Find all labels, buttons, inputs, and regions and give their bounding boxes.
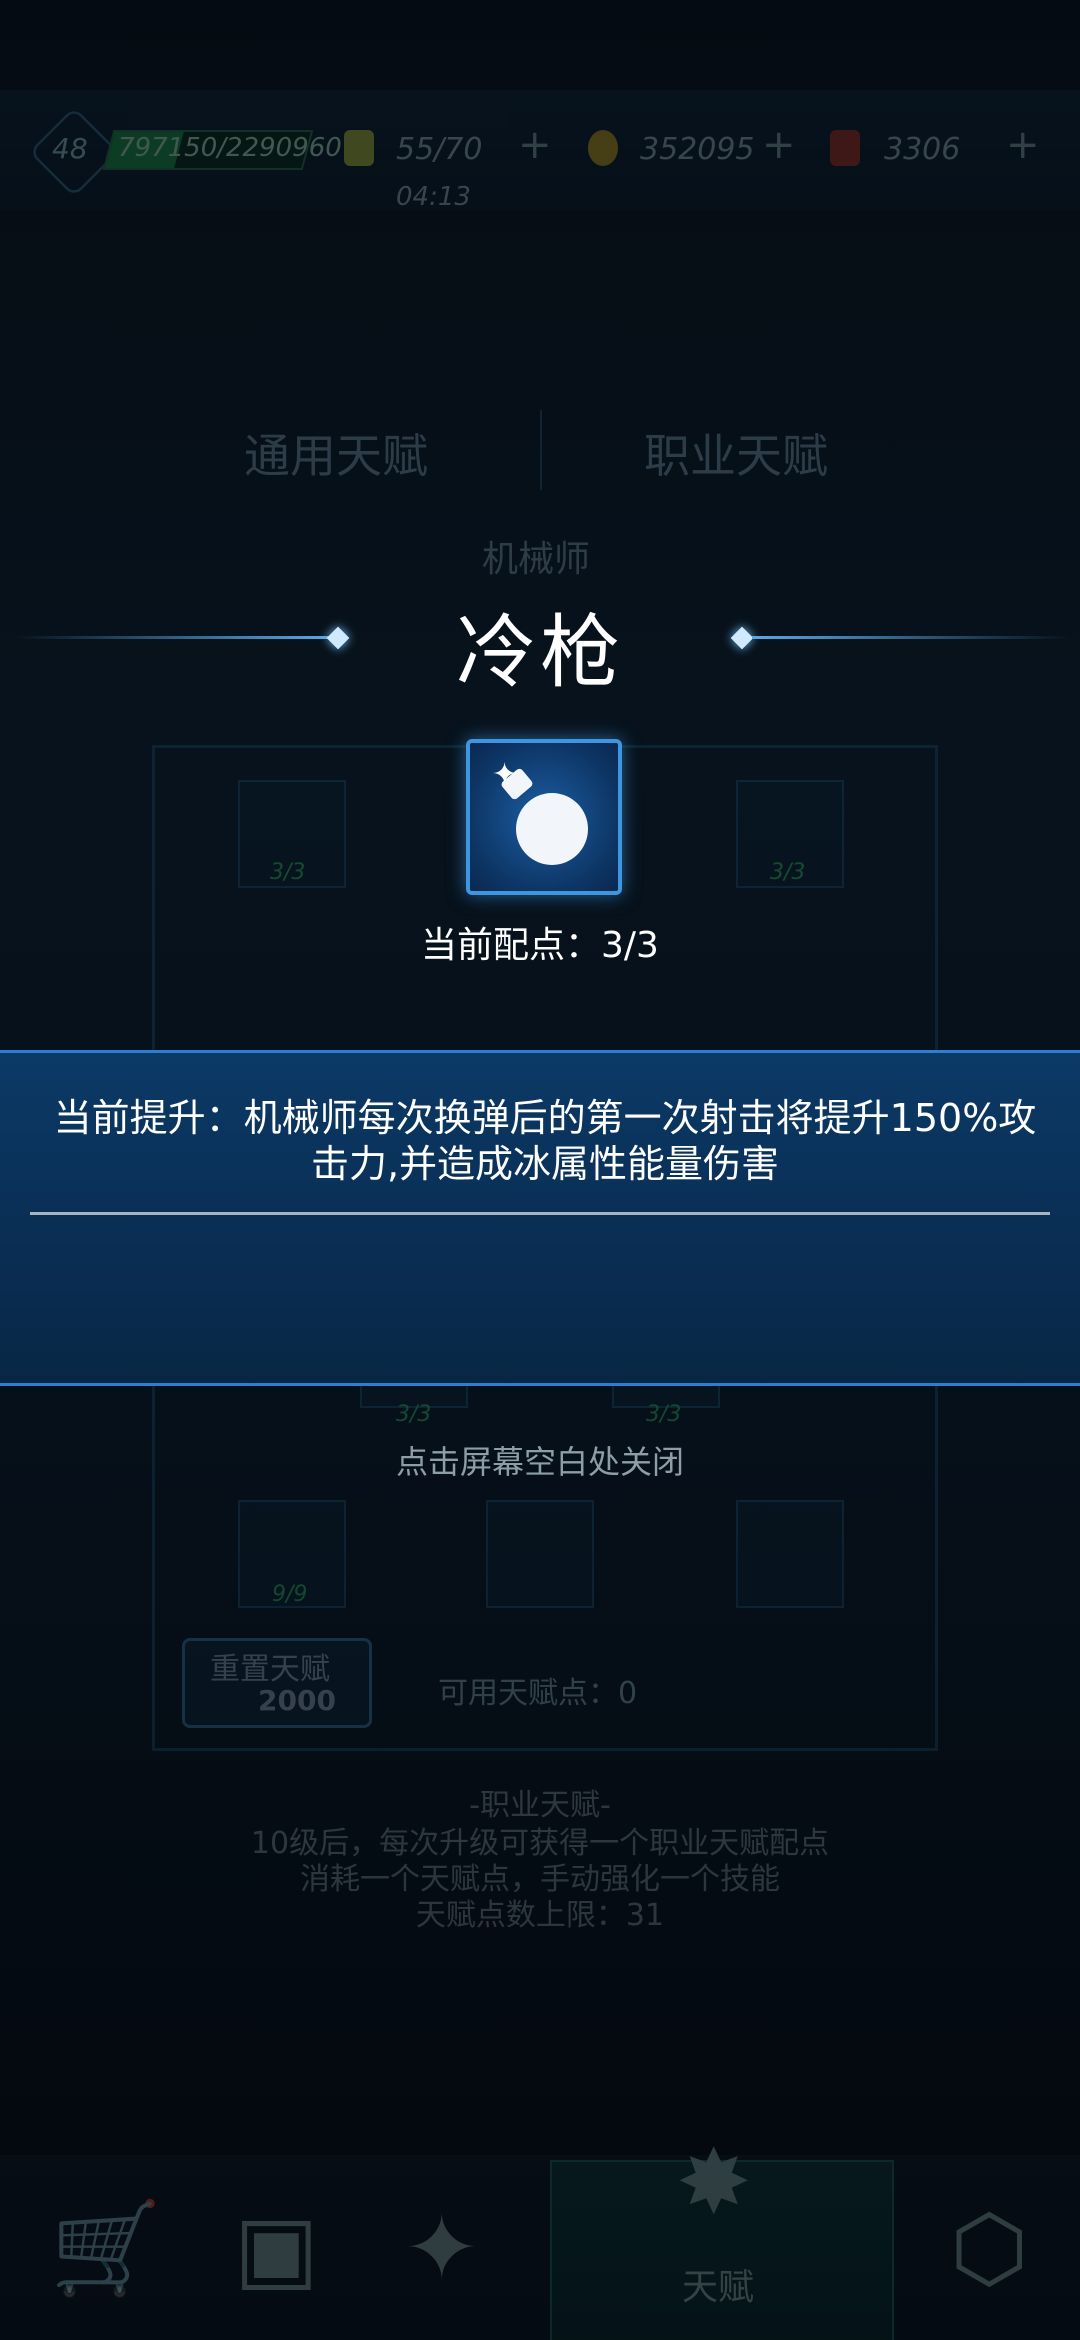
crystal-icon xyxy=(830,130,860,166)
class-name: 机械师 xyxy=(482,539,591,580)
popup-title: 冷枪 xyxy=(456,606,624,699)
nav-tab-talent-label: 天赋 xyxy=(682,2267,755,2308)
skill-count: 3/3 xyxy=(270,860,306,885)
exp-text: 797150/2290960 xyxy=(118,133,342,163)
skill-slot-locked[interactable] xyxy=(486,1500,594,1608)
available-points: 可用天赋点：0 xyxy=(438,1676,638,1711)
add-crystal-button[interactable]: + xyxy=(1006,122,1040,168)
skill-count: 3/3 xyxy=(396,1402,432,1427)
coin-icon xyxy=(588,130,618,166)
talent-icon: ✸ xyxy=(676,2130,752,2235)
energy-value: 55/70 xyxy=(396,132,483,167)
talent-screen[interactable]: 48 797150/2290960 55/70 + 04:13 352095 +… xyxy=(0,0,1080,2340)
backpack-icon[interactable]: ▣ xyxy=(234,2196,319,2301)
add-energy-button[interactable]: + xyxy=(518,122,552,168)
close-hint[interactable]: 点击屏幕空白处关闭 xyxy=(0,1437,1080,1483)
current-points: 当前配点：3/3 xyxy=(421,925,659,966)
wings-icon[interactable]: ✦ xyxy=(404,2196,479,2301)
add-coin-button[interactable]: + xyxy=(762,122,796,168)
crystal-value: 3306 xyxy=(884,132,961,167)
tab-class-talent[interactable]: 职业天赋 xyxy=(644,420,828,486)
level-number: 48 xyxy=(52,132,88,165)
shop-cart-icon[interactable]: 🛒 xyxy=(50,2196,162,2301)
coin-value: 352095 xyxy=(640,132,755,167)
description-divider xyxy=(30,1212,1050,1215)
skill-count: 3/3 xyxy=(646,1402,682,1427)
reset-talent-label: 重置天赋 xyxy=(210,1652,330,1687)
info-line-3: 天赋点数上限：31 xyxy=(415,1898,665,1933)
skill-count: 3/3 xyxy=(770,860,806,885)
reset-talent-cost: 2000 xyxy=(258,1684,336,1717)
skill-description: 当前提升：机械师每次换弹后的第一次射击将提升150%攻击力,并造成冰属性能量伤害 xyxy=(53,1096,1037,1186)
title-decor-line-right xyxy=(752,636,1070,639)
skill-count: 9/9 xyxy=(272,1582,308,1607)
energy-icon xyxy=(344,130,374,166)
skill-slot-locked[interactable] xyxy=(736,1500,844,1608)
tab-divider xyxy=(540,410,542,490)
energy-timer: 04:13 xyxy=(396,182,471,212)
settings-hex-icon[interactable]: ⬡ xyxy=(950,2196,1029,2301)
skill-icon-frame: ✦ xyxy=(466,739,622,895)
tab-general-talent[interactable]: 通用天赋 xyxy=(244,420,428,486)
